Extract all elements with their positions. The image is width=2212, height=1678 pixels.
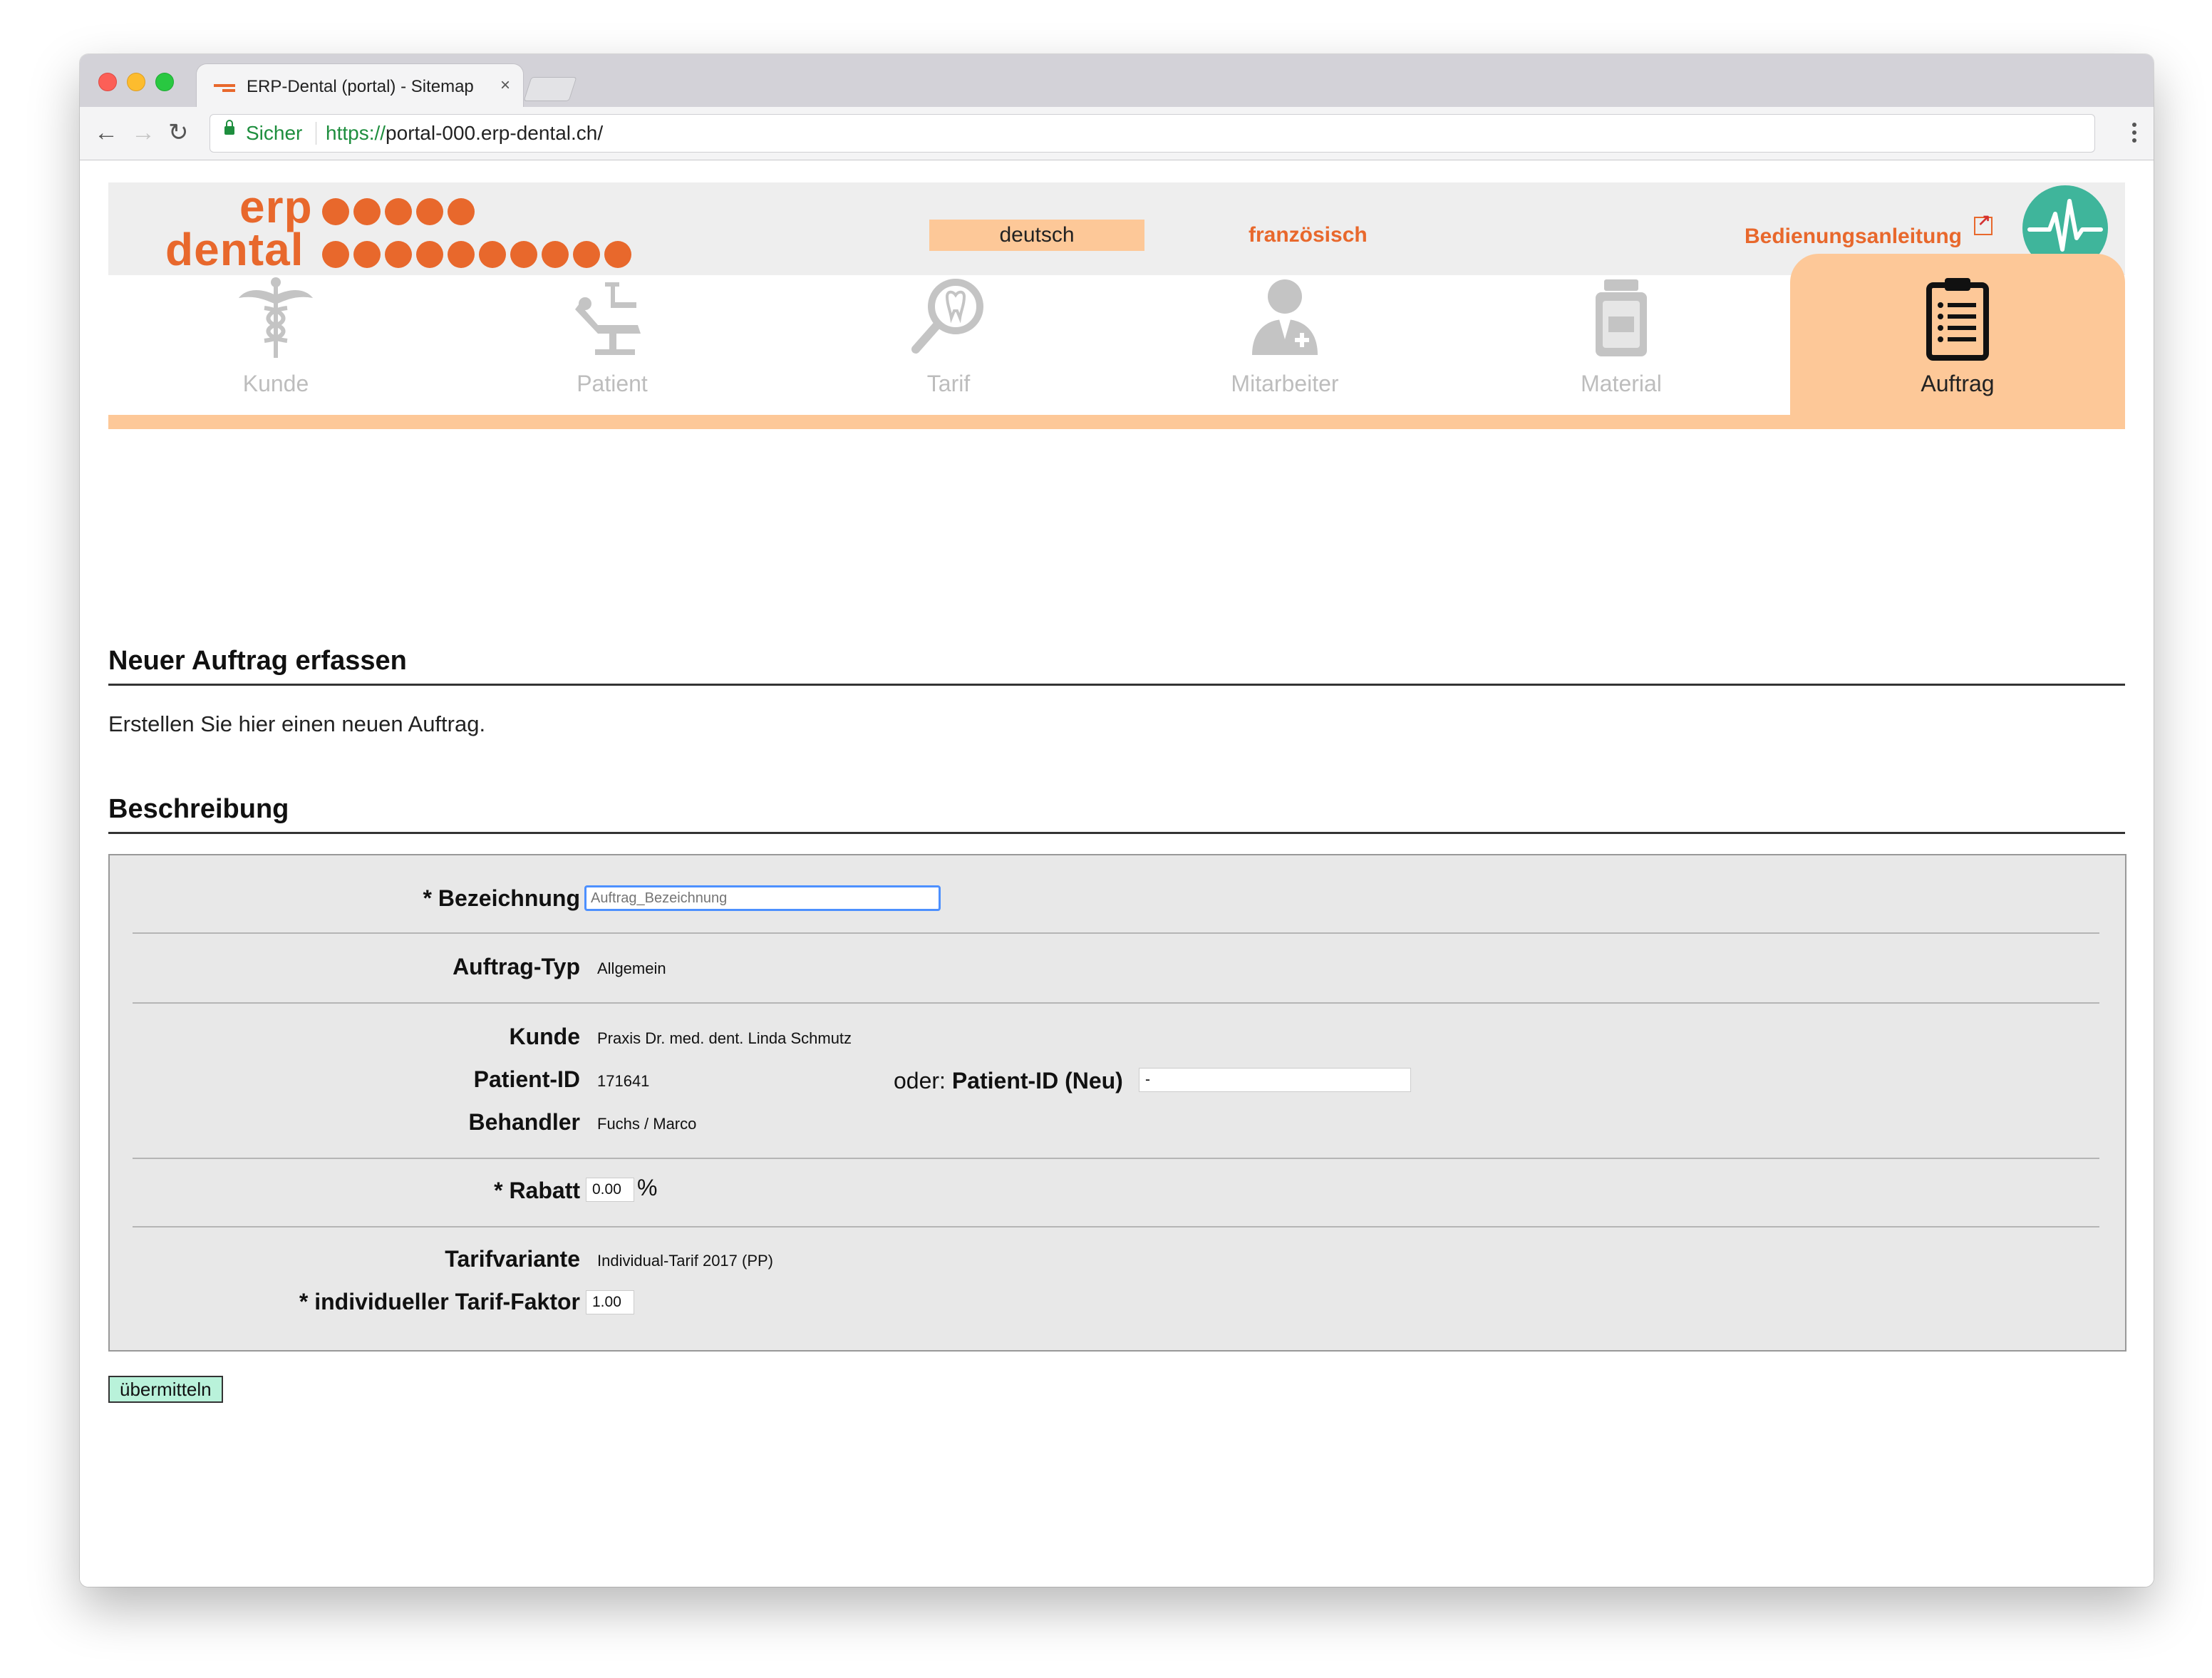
nav-label-mitarbeiter: Mitarbeiter (1231, 371, 1339, 396)
browser-tab[interactable]: ERP-Dental (portal) - Sitemap × (197, 64, 523, 108)
nav-tile-mitarbeiter[interactable]: Mitarbeiter (1117, 254, 1452, 418)
submit-button[interactable]: übermitteln (108, 1376, 223, 1403)
nav-tile-patient[interactable]: Patient (445, 254, 780, 418)
nav-label-kunde: Kunde (242, 371, 309, 396)
lang-deutsch[interactable]: deutsch (929, 220, 1144, 251)
tariffaktor-label: * individueller Tarif-Faktor (299, 1289, 580, 1314)
rabatt-unit: % (637, 1175, 658, 1200)
lang-franzoesisch[interactable]: französisch (1249, 220, 1368, 251)
nav-tile-auftrag[interactable]: Auftrag (1790, 254, 2125, 418)
material-jar-icon (1578, 275, 1664, 361)
intro-text: Erstellen Sie hier einen neuen Auftrag. (108, 711, 486, 736)
back-arrow-icon[interactable]: ← (94, 120, 118, 145)
nav-label-patient: Patient (577, 371, 648, 396)
tarifvariante-label: Tarifvariante (445, 1246, 580, 1272)
bezeichnung-label: * Bezeichnung (423, 885, 580, 911)
tab-close-icon[interactable]: × (500, 76, 510, 96)
nav-tile-kunde[interactable]: Kunde (108, 254, 443, 418)
caduceus-icon (233, 275, 319, 361)
url-text[interactable]: https://portal-000.erp-dental.ch/ (326, 122, 603, 145)
external-link-icon[interactable] (1974, 211, 1993, 235)
patient-id-new-input[interactable]: - (1139, 1068, 1411, 1092)
logo-text-top: erp (239, 181, 313, 232)
browser-toolbar: ← → ↻ Sicher https://portal-000.erp-dent… (80, 107, 2154, 160)
secure-label: Sicher (246, 122, 303, 144)
nav-underline-bar (108, 415, 2125, 429)
reload-icon[interactable]: ↻ (168, 120, 189, 145)
row-separator (133, 932, 2099, 934)
nav-label-auftrag: Auftrag (1921, 371, 1995, 396)
oder-text: oder: (894, 1068, 946, 1093)
tariffaktor-input[interactable]: 1.00 (586, 1290, 634, 1314)
nav-tile-material[interactable]: Material (1454, 254, 1789, 418)
tab-bar: ERP-Dental (portal) - Sitemap × (80, 54, 2154, 108)
address-bar[interactable]: Sicher https://portal-000.erp-dental.ch/ (210, 114, 2095, 153)
browser-window: ERP-Dental (portal) - Sitemap × ← → ↻ Si… (80, 54, 2154, 1587)
favicon-icon (214, 84, 235, 93)
close-window-button[interactable] (98, 73, 117, 91)
section-title: Beschreibung (108, 794, 2125, 834)
tarifvariante-value: Individual-Tarif 2017 (PP) (597, 1252, 774, 1270)
rabatt-input[interactable]: 0.00 (586, 1178, 634, 1202)
nav-label-tarif: Tarif (926, 371, 971, 396)
row-separator (133, 1226, 2099, 1227)
web-page: erp dental deutsch französisch Bedienung… (80, 161, 2154, 1587)
order-form: * Bezeichnung Auftrag-Typ Allgemein Kund… (108, 854, 2126, 1352)
kunde-value: Praxis Dr. med. dent. Linda Schmutz (597, 1029, 852, 1047)
row-separator (133, 1158, 2099, 1159)
nav-label-material: Material (1581, 371, 1662, 396)
patient-id-value: 171641 (597, 1072, 650, 1090)
lock-icon (224, 120, 234, 135)
new-tab-button[interactable] (523, 77, 577, 101)
forward-arrow-icon[interactable]: → (131, 120, 155, 145)
row-separator (133, 1002, 2099, 1004)
behandler-value: Fuchs / Marco (597, 1115, 697, 1133)
auftrag-typ-value: Allgemein (597, 959, 666, 977)
url-host: portal-000.erp-dental.ch/ (386, 122, 604, 144)
minimize-window-button[interactable] (127, 73, 145, 91)
behandler-label: Behandler (468, 1109, 580, 1135)
url-scheme: https:// (326, 122, 386, 144)
patient-id-new-label: Patient-ID (Neu) (951, 1068, 1123, 1093)
manual-link[interactable]: Bedienungsanleitung (1745, 221, 1962, 252)
clipboard-icon (1915, 275, 2000, 361)
auftrag-typ-label: Auftrag-Typ (453, 954, 580, 979)
tab-title: ERP-Dental (portal) - Sitemap (247, 77, 474, 96)
tooth-magnifier-icon (906, 275, 991, 361)
browser-menu-icon[interactable] (2132, 123, 2136, 146)
logo-dots-top (322, 198, 479, 225)
patient-id-label: Patient-ID (473, 1066, 580, 1092)
page-title: Neuer Auftrag erfassen (108, 646, 2125, 686)
patient-id-new-label-group: oder: Patient-ID (Neu) (894, 1068, 1123, 1094)
kunde-label: Kunde (509, 1024, 580, 1049)
bezeichnung-input[interactable] (584, 885, 941, 911)
rabatt-label: * Rabatt (494, 1178, 580, 1203)
nav-tile-tarif[interactable]: Tarif (781, 254, 1116, 418)
dental-chair-icon (569, 275, 655, 361)
maximize-window-button[interactable] (155, 73, 174, 91)
staff-icon (1242, 275, 1328, 361)
